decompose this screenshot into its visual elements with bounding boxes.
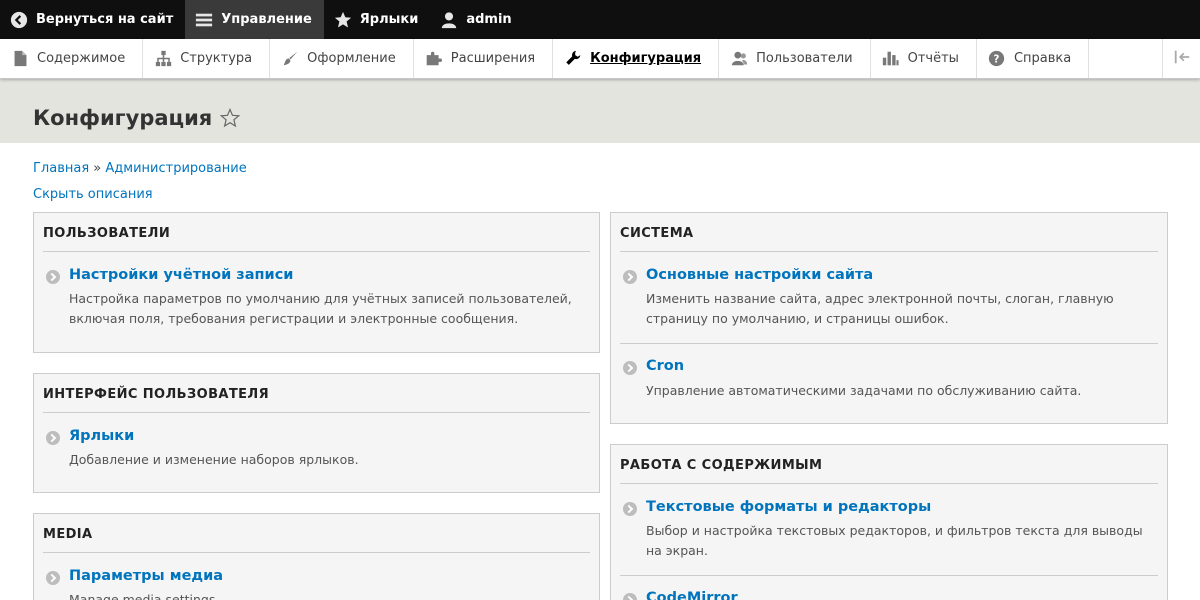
svg-text:?: ? — [994, 54, 1000, 65]
description-line: Manage media settings. — [69, 592, 220, 600]
description-line: Изменить название сайта, адрес электронн… — [646, 291, 1114, 306]
divider — [620, 483, 1158, 484]
divider — [620, 343, 1158, 344]
entry-description: Изменить название сайта, адрес электронн… — [646, 289, 1114, 329]
tray-item-label: Структура — [180, 51, 253, 66]
tray-item-label: Отчёты — [907, 51, 959, 66]
star-icon — [334, 11, 352, 29]
divider — [43, 412, 590, 413]
back-arrow-icon — [10, 11, 28, 29]
panel-title: ИНТЕРФЕЙС ПОЛЬЗОВАТЕЛЯ — [43, 387, 270, 402]
admin-tray: Содержимое Структура Оформление Расширен… — [0, 39, 1200, 79]
tray-item-content[interactable]: Содержимое — [0, 39, 144, 78]
menu-icon — [195, 11, 213, 29]
breadcrumb-separator: » — [93, 161, 102, 176]
breadcrumb: Главная » Администрирование — [33, 161, 247, 176]
panel-content-authoring: РАБОТА С СОДЕРЖИМЫМ Текстовые форматы и … — [610, 444, 1168, 600]
description-line: страницу по умолчанию, и страницы ошибок… — [646, 311, 949, 326]
back-to-site-button[interactable]: Вернуться на сайт — [0, 0, 185, 39]
account-settings-link[interactable]: Настройки учётной записи — [69, 267, 293, 283]
manage-label: Управление — [221, 12, 312, 27]
user-button[interactable]: admin — [430, 0, 523, 39]
divider — [43, 251, 590, 252]
divider — [620, 575, 1158, 576]
admin-toolbar: Вернуться на сайт Управление Ярлыки admi… — [0, 0, 1200, 39]
shortcuts-label: Ярлыки — [359, 12, 419, 27]
tray-item-label: Оформление — [307, 51, 396, 66]
description-line: Добавление и изменение наборов ярлыков. — [69, 452, 359, 467]
page-title: Конфигурация — [33, 106, 213, 130]
codemirror-link[interactable]: CodeMirror — [646, 590, 738, 600]
structure-icon — [154, 50, 172, 68]
help-icon: ? — [988, 50, 1006, 68]
tray-item-structure[interactable]: Структура — [143, 39, 271, 78]
divider — [620, 251, 1158, 252]
entry-description: Добавление и изменение наборов ярлыков. — [69, 450, 359, 470]
panel-users: ПОЛЬЗОВАТЕЛИ Настройки учётной записи На… — [33, 212, 600, 353]
cron-link[interactable]: Cron — [646, 358, 684, 374]
chevron-right-icon — [623, 361, 637, 375]
panel-system: СИСТЕМА Основные настройки сайта Изменит… — [610, 212, 1168, 424]
panel-title: РАБОТА С СОДЕРЖИМЫМ — [620, 458, 823, 473]
tray-item-appearance[interactable]: Оформление — [270, 39, 414, 78]
panel-title: MEDIA — [43, 527, 93, 542]
description-line: на экран. — [646, 543, 708, 558]
description-line: Выбор и настройка текстовых редакторов, … — [646, 523, 1143, 538]
chevron-right-icon — [623, 593, 637, 600]
text-formats-link[interactable]: Текстовые форматы и редакторы — [646, 499, 931, 515]
panel-user-interface: ИНТЕРФЕЙС ПОЛЬЗОВАТЕЛЯ Ярлыки Добавление… — [33, 373, 600, 493]
shortcuts-button[interactable]: Ярлыки — [324, 0, 431, 39]
puzzle-icon — [425, 50, 443, 68]
panel-media: MEDIA Параметры медиа Manage media setti… — [33, 513, 600, 600]
panel-title: ПОЛЬЗОВАТЕЛИ — [43, 226, 171, 241]
tray-item-label: Расширения — [450, 51, 536, 66]
favorite-star-icon[interactable] — [220, 108, 241, 128]
tray-item-label: Конфигурация — [590, 51, 702, 66]
shortcuts-link[interactable]: Ярлыки — [69, 428, 134, 444]
bar-chart-icon — [882, 50, 900, 68]
back-to-site-label: Вернуться на сайт — [36, 12, 174, 27]
description-line: включая поля, требования регистрации и э… — [69, 311, 519, 326]
description-line: Управление автоматическими задачами по о… — [646, 383, 1082, 398]
breadcrumb-home[interactable]: Главная — [33, 161, 89, 176]
chevron-right-icon — [46, 571, 60, 585]
user-icon — [440, 11, 458, 29]
entry-description: Manage media settings. — [69, 590, 219, 600]
tray-item-label: Содержимое — [37, 51, 126, 66]
collapse-tray-button[interactable] — [1162, 39, 1200, 78]
divider — [43, 552, 590, 553]
people-icon — [730, 50, 748, 68]
user-label: admin — [466, 12, 512, 27]
chevron-right-icon — [623, 502, 637, 516]
tray-item-configuration[interactable]: Конфигурация — [553, 39, 720, 78]
tray-item-reports[interactable]: Отчёты — [871, 39, 977, 78]
hide-descriptions-link[interactable]: Скрыть описания — [33, 187, 153, 202]
panel-title: СИСТЕМА — [620, 226, 694, 241]
tray-item-extend[interactable]: Расширения — [414, 39, 554, 78]
wrench-icon — [564, 50, 582, 68]
entry-description: Выбор и настройка текстовых редакторов, … — [646, 521, 1143, 561]
page-title-wrap: Конфигурация — [33, 106, 241, 130]
breadcrumb-admin[interactable]: Администрирование — [105, 161, 246, 176]
entry-description: Настройка параметров по умолчанию для уч… — [69, 289, 572, 329]
file-icon — [11, 50, 29, 68]
chevron-right-icon — [46, 270, 60, 284]
tray-item-label: Пользователи — [756, 51, 853, 66]
tray-item-help[interactable]: ? Справка — [977, 39, 1090, 78]
chevron-right-icon — [46, 431, 60, 445]
tray-item-people[interactable]: Пользователи — [719, 39, 871, 78]
description-line: Настройка параметров по умолчанию для уч… — [69, 291, 572, 306]
brush-icon — [281, 50, 299, 68]
collapse-icon — [1173, 48, 1191, 70]
chevron-right-icon — [623, 270, 637, 284]
tray-item-label: Справка — [1013, 51, 1072, 66]
entry-description: Управление автоматическими задачами по о… — [646, 381, 1081, 401]
manage-button[interactable]: Управление — [185, 0, 324, 39]
basic-site-settings-link[interactable]: Основные настройки сайта — [646, 267, 873, 283]
media-settings-link[interactable]: Параметры медиа — [69, 568, 223, 584]
